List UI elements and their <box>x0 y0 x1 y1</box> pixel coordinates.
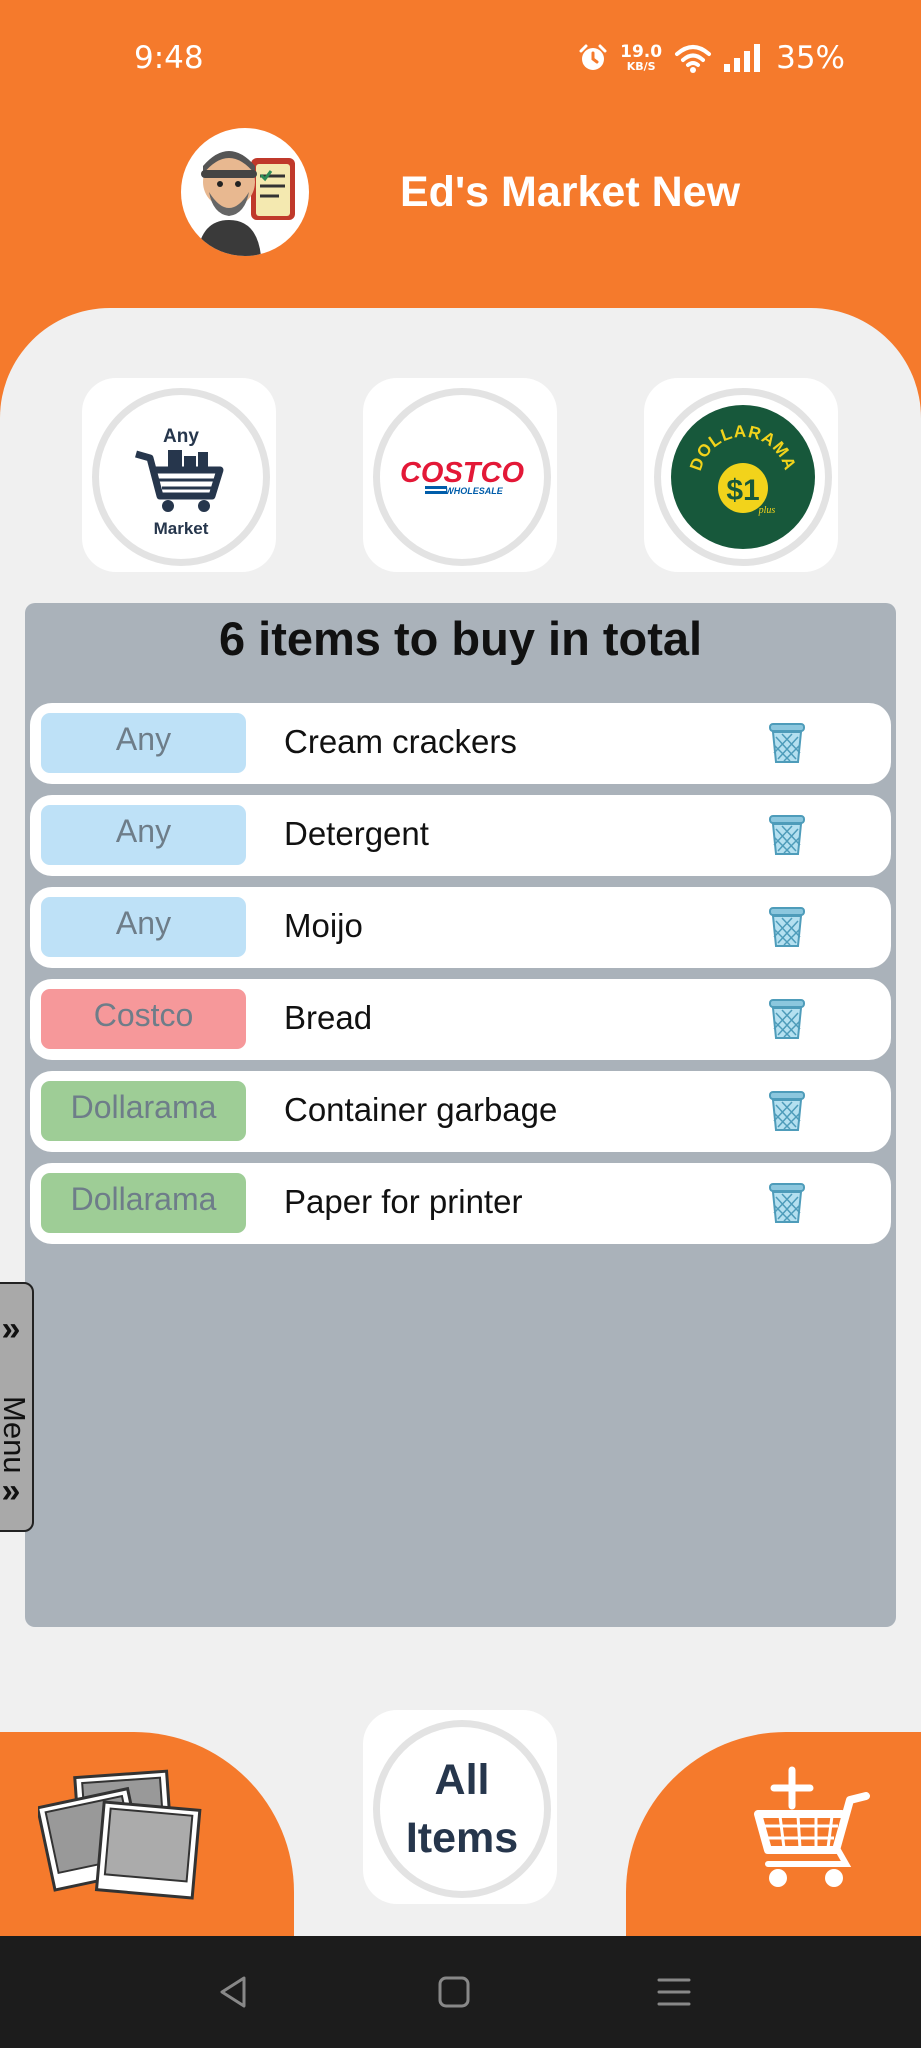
avatar[interactable] <box>181 128 309 256</box>
store-button-costco[interactable]: COSTCO WHOLESALE <box>363 378 557 572</box>
signal-icon <box>724 44 761 72</box>
chevron-right-icon: » <box>1 1472 21 1510</box>
list-item[interactable]: Costco Bread <box>30 979 891 1060</box>
avatar-illustration <box>197 151 295 256</box>
recent-apps-icon[interactable] <box>656 1974 692 2010</box>
photos-icon <box>38 1769 202 1900</box>
battery-percent: 35% <box>776 40 845 76</box>
store-logo-any-market: Any Market <box>92 388 270 566</box>
chevron-right-icon: » <box>1 1310 21 1348</box>
menu-drawer-tab[interactable]: » Menu » <box>0 1282 34 1532</box>
store-button-any-market[interactable]: Any Market <box>82 378 276 572</box>
list-item[interactable]: Dollarama Paper for printer <box>30 1163 891 1244</box>
all-items-badge: All Items <box>373 1720 551 1898</box>
item-name: Bread <box>284 999 373 1036</box>
all-items-label-line1: All <box>434 1756 490 1804</box>
add-to-cart-icon <box>754 1766 870 1887</box>
net-speed-unit: KB/S <box>626 60 656 73</box>
all-items-button[interactable]: All Items <box>363 1710 557 1904</box>
system-nav-bar <box>0 1936 921 2048</box>
alarm-icon <box>579 44 607 70</box>
any-market-logo-line1: Any <box>163 426 199 447</box>
store-tag[interactable]: Any <box>41 897 246 957</box>
add-item-button[interactable] <box>626 1732 921 1936</box>
net-speed: 19.0 KB/S <box>620 42 663 73</box>
trash-icon[interactable] <box>766 1181 808 1225</box>
store-tag[interactable]: Dollarama <box>41 1081 246 1141</box>
list-item[interactable]: Any Detergent <box>30 795 891 876</box>
store-tag[interactable]: Dollarama <box>41 1173 246 1233</box>
shopping-list: 6 items to buy in total Any Cream cracke… <box>25 603 896 1627</box>
wifi-icon <box>675 45 712 73</box>
items-count-text: items to buy in total <box>258 612 703 665</box>
store-button-dollarama[interactable]: DOLLARAMA $1 plus <box>644 378 838 572</box>
trash-icon[interactable] <box>766 721 808 765</box>
status-time: 9:48 <box>134 40 204 76</box>
costco-logo-text: COSTCO <box>400 457 525 489</box>
list-item[interactable]: Any Cream crackers <box>30 703 891 784</box>
store-tag[interactable]: Any <box>41 713 246 773</box>
item-name: Cream crackers <box>284 723 517 760</box>
status-icons: 19.0 KB/S 35% <box>578 40 845 76</box>
home-icon[interactable] <box>436 1974 472 2010</box>
back-icon[interactable] <box>216 1974 252 2010</box>
costco-logo-subtext: WHOLESALE <box>445 486 503 496</box>
list-item[interactable]: Dollarama Container garbage <box>30 1071 891 1152</box>
any-market-logo-line2: Market <box>154 519 209 538</box>
menu-tab-label: Menu <box>0 1396 32 1474</box>
trash-icon[interactable] <box>766 997 808 1041</box>
store-tag[interactable]: Any <box>41 805 246 865</box>
item-name: Paper for printer <box>284 1183 523 1220</box>
item-name: Container garbage <box>284 1091 558 1128</box>
store-tag[interactable]: Costco <box>41 989 246 1049</box>
items-count: 6 <box>218 612 246 665</box>
store-logo-dollarama: DOLLARAMA $1 plus <box>654 388 832 566</box>
items-total-heading: 6 items to buy in total <box>25 611 896 666</box>
all-items-label-line2: Items <box>405 1814 519 1862</box>
trash-icon[interactable] <box>766 1089 808 1133</box>
trash-icon[interactable] <box>766 813 808 857</box>
item-name: Detergent <box>284 815 429 852</box>
dollarama-logo-plus: plus <box>758 505 776 516</box>
app-title: Ed's Market New <box>400 168 741 216</box>
store-logo-costco: COSTCO WHOLESALE <box>373 388 551 566</box>
photos-button[interactable] <box>0 1732 294 1936</box>
dollarama-logo-price: $1 <box>726 474 759 507</box>
trash-icon[interactable] <box>766 905 808 949</box>
list-item[interactable]: Any Moijo <box>30 887 891 968</box>
net-speed-value: 19.0 <box>620 42 663 62</box>
item-name: Moijo <box>284 907 363 944</box>
